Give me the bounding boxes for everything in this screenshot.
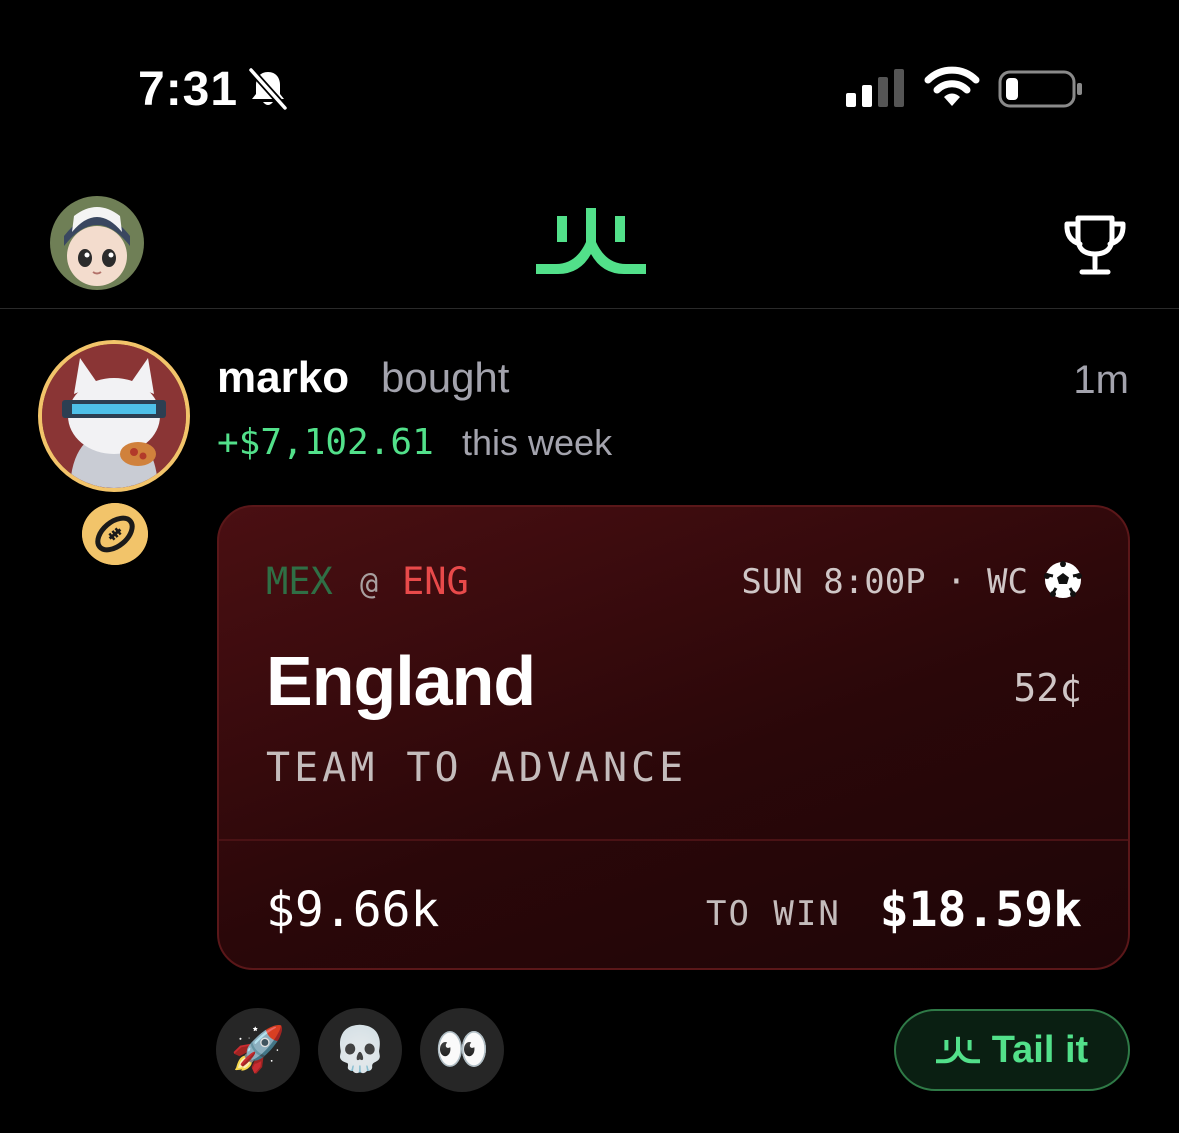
profile-avatar[interactable] [50, 196, 144, 290]
tail-it-label: Tail it [991, 1028, 1089, 1071]
trophy-icon[interactable] [1062, 212, 1128, 278]
pick-price: 52¢ [1013, 666, 1082, 710]
post-time-ago: 1m [1073, 358, 1129, 402]
reaction-skull-button[interactable]: 💀 [318, 1008, 402, 1092]
pick-name: England [266, 642, 536, 720]
bell-muted-icon [248, 67, 288, 111]
header-divider [0, 308, 1179, 309]
reaction-eyes-button[interactable]: 👀 [420, 1008, 504, 1092]
tail-it-button[interactable]: Tail it [894, 1009, 1130, 1091]
home-team: ENG [402, 560, 469, 603]
post-username[interactable]: marko [217, 350, 349, 406]
battery-icon [998, 70, 1082, 108]
bet-card[interactable]: MEX @ ENG SUN 8:00P · WC England 52¢ TEA… [217, 505, 1130, 970]
soccer-ball-icon [1044, 561, 1082, 598]
at-separator: @ [360, 567, 379, 602]
card-divider [219, 839, 1128, 841]
weekly-gain: +$7,102.61 [217, 422, 434, 463]
app-logo-icon[interactable] [536, 206, 646, 276]
cellular-signal-icon [846, 69, 904, 107]
stake-amount: $9.66k [266, 882, 440, 938]
reaction-rocket-button[interactable]: 🚀 [216, 1008, 300, 1092]
to-win-amount: $18.59k [879, 882, 1082, 938]
status-time: 7:31 [138, 63, 239, 116]
weekly-gain-label: this week [462, 422, 613, 463]
post-action: bought [381, 354, 510, 401]
rocket-icon: 🚀 [230, 1025, 286, 1074]
away-team: MEX [266, 560, 333, 603]
skull-icon: 💀 [332, 1025, 388, 1074]
wifi-icon [924, 66, 980, 106]
football-badge-icon [82, 503, 148, 565]
market-type: TEAM TO ADVANCE [266, 745, 688, 791]
eyes-icon: 👀 [434, 1025, 490, 1074]
tail-logo-icon [935, 1036, 980, 1064]
user-avatar[interactable] [38, 340, 190, 492]
game-meta: SUN 8:00P · WC [741, 562, 1028, 602]
to-win-label: TO WIN [706, 894, 841, 934]
